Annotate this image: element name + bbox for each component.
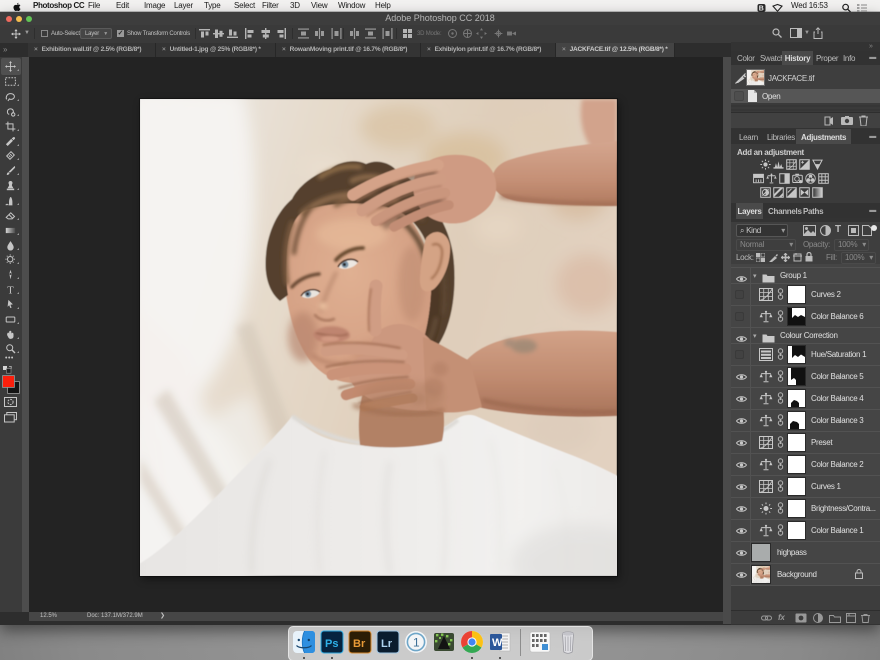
- svg-text:Lr: Lr: [381, 638, 393, 650]
- svg-text:1: 1: [413, 636, 420, 650]
- svg-text:T: T: [7, 285, 14, 295]
- svg-text:Ps: Ps: [325, 638, 338, 650]
- svg-text:Br: Br: [353, 638, 366, 650]
- svg-text:W: W: [492, 637, 503, 649]
